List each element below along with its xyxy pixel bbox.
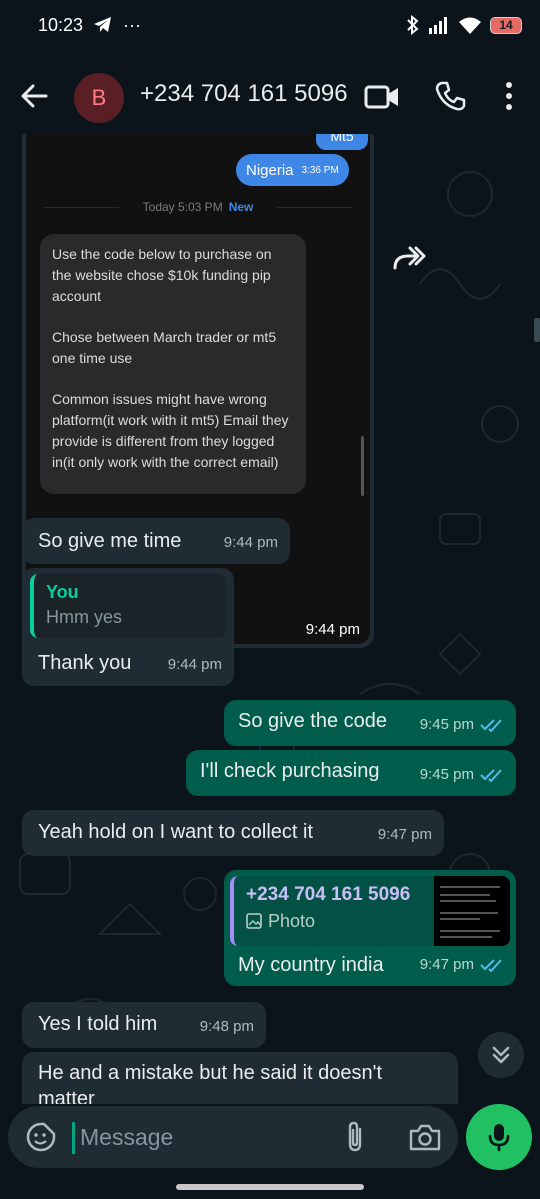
message-text: I'll check purchasing bbox=[200, 760, 380, 782]
photo-icon bbox=[246, 913, 262, 929]
screenshot-bubble-nigeria: Nigeria 3:36 PM bbox=[236, 154, 349, 186]
quote-text: Photo bbox=[268, 911, 316, 931]
more-notifications-icon: ··· bbox=[123, 14, 142, 35]
screenshot-nigeria-text: Nigeria bbox=[246, 161, 294, 179]
status-bar: 10:23 ··· 14 bbox=[0, 0, 540, 50]
message-composer bbox=[8, 1106, 458, 1168]
message-input[interactable] bbox=[80, 1118, 320, 1156]
message-text: So give the code bbox=[238, 710, 387, 732]
text-cursor bbox=[72, 1122, 75, 1154]
outgoing-message[interactable]: So give the code 9:45 pm bbox=[224, 700, 516, 746]
message-time: 9:44 pm bbox=[305, 621, 360, 638]
incoming-message[interactable]: Yes I told him 9:48 pm bbox=[22, 1002, 266, 1048]
photo-thumbnail[interactable] bbox=[434, 876, 510, 946]
outgoing-reply-message[interactable]: +234 704 161 5096 Photo My country india… bbox=[224, 870, 516, 986]
screenshot-message: Use the code below to purchase on the we… bbox=[40, 234, 306, 494]
incoming-message[interactable]: So give me time 9:44 pm bbox=[22, 518, 290, 564]
message-text: Yes I told him bbox=[38, 1013, 158, 1035]
screenshot-paragraph: Common issues might have wrong platform(… bbox=[52, 391, 289, 470]
phone-call-icon[interactable] bbox=[434, 80, 466, 112]
voice-message-button[interactable] bbox=[466, 1104, 532, 1170]
message-time: 9:47 pm bbox=[420, 952, 504, 978]
double-chevron-down-icon bbox=[492, 1046, 510, 1064]
quote-author: You bbox=[46, 582, 79, 602]
chat-area[interactable]: Mt5 Nigeria 3:36 PM Today 5:03 PM New Us… bbox=[0, 134, 540, 1104]
scroll-to-bottom-button[interactable] bbox=[478, 1032, 524, 1078]
back-arrow-icon[interactable] bbox=[18, 80, 50, 112]
microphone-icon bbox=[488, 1124, 510, 1152]
scroll-handle[interactable] bbox=[534, 318, 540, 342]
signal-icon bbox=[429, 17, 447, 34]
chat-header: B +234 704 161 5096 bbox=[0, 58, 540, 132]
incoming-message[interactable]: Yeah hold on I want to collect it 9:47 p… bbox=[22, 810, 444, 856]
quote-text: Hmm yes bbox=[46, 607, 122, 627]
message-text: Thank you bbox=[38, 652, 132, 674]
screenshot-paragraph: Chose between March trader or mt5 one ti… bbox=[52, 329, 277, 366]
message-time: 9:45 pm bbox=[420, 762, 504, 788]
video-call-icon[interactable] bbox=[364, 82, 400, 112]
quoted-message[interactable]: +234 704 161 5096 Photo bbox=[230, 876, 510, 946]
wifi-icon bbox=[459, 17, 481, 34]
message-text: Yeah hold on I want to collect it bbox=[38, 821, 313, 843]
read-receipt-icon bbox=[480, 959, 502, 972]
incoming-message[interactable]: He and a mistake but he said it doesn't … bbox=[22, 1052, 458, 1104]
read-receipt-icon bbox=[480, 719, 502, 732]
screenshot-pill: Mt5 bbox=[316, 134, 368, 150]
message-time: 9:47 pm bbox=[377, 826, 432, 843]
message-text: So give me time bbox=[38, 530, 182, 552]
screenshot-divider: Today 5:03 PM New bbox=[26, 200, 370, 214]
forward-icon[interactable] bbox=[392, 244, 426, 272]
read-receipt-icon bbox=[480, 769, 502, 782]
outgoing-message[interactable]: I'll check purchasing 9:45 pm bbox=[186, 750, 516, 796]
more-options-icon[interactable] bbox=[498, 80, 520, 112]
screenshot-divider-text: Today 5:03 PM bbox=[142, 200, 223, 214]
contact-name[interactable]: +234 704 161 5096 bbox=[140, 80, 348, 108]
message-text: He and a mistake but he said it doesn't … bbox=[38, 1062, 383, 1104]
camera-icon[interactable] bbox=[408, 1122, 442, 1152]
incoming-reply-message[interactable]: You Hmm yes Thank you 9:44 pm bbox=[22, 568, 234, 686]
screenshot-nigeria-time: 3:36 PM bbox=[301, 164, 339, 176]
gesture-navigation-bar[interactable] bbox=[176, 1184, 364, 1190]
screenshot-new-label: New bbox=[228, 200, 254, 214]
attach-icon[interactable] bbox=[342, 1120, 368, 1154]
screenshot-paragraph: Use the code below to purchase on the we… bbox=[52, 246, 272, 304]
telegram-icon bbox=[94, 17, 112, 32]
status-time: 10:23 bbox=[38, 14, 84, 35]
message-time: 9:45 pm bbox=[420, 712, 504, 738]
message-time: 9:44 pm bbox=[223, 534, 278, 551]
avatar[interactable]: B bbox=[74, 73, 124, 123]
screenshot-scrollbar bbox=[361, 436, 364, 496]
battery-indicator: 14 bbox=[490, 16, 522, 34]
sticker-emoji-icon[interactable] bbox=[26, 1122, 56, 1152]
message-time: 9:48 pm bbox=[199, 1018, 254, 1035]
bluetooth-icon bbox=[407, 15, 419, 35]
message-time: 9:44 pm bbox=[167, 656, 222, 673]
quoted-message[interactable]: You Hmm yes bbox=[30, 574, 226, 638]
message-text: My country india bbox=[238, 954, 384, 976]
